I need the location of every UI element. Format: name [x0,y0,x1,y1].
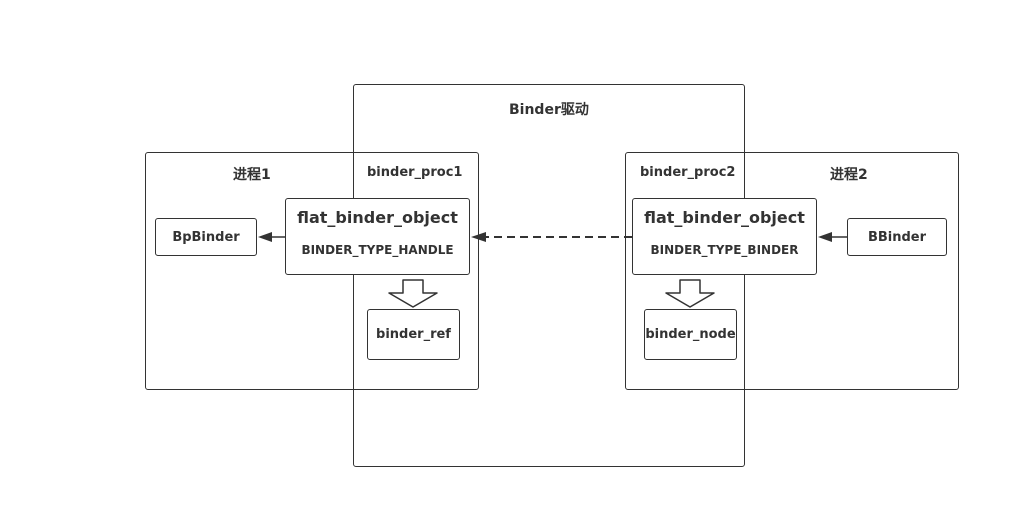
block-arrow-to-binder-node [665,279,715,308]
connectors [258,232,847,308]
arrowhead-to-fbo1 [471,232,486,242]
block-arrow-to-binder-ref [388,279,438,308]
arrowhead-to-bpbinder [258,232,272,242]
arrowhead-to-fbo2 [818,232,832,242]
